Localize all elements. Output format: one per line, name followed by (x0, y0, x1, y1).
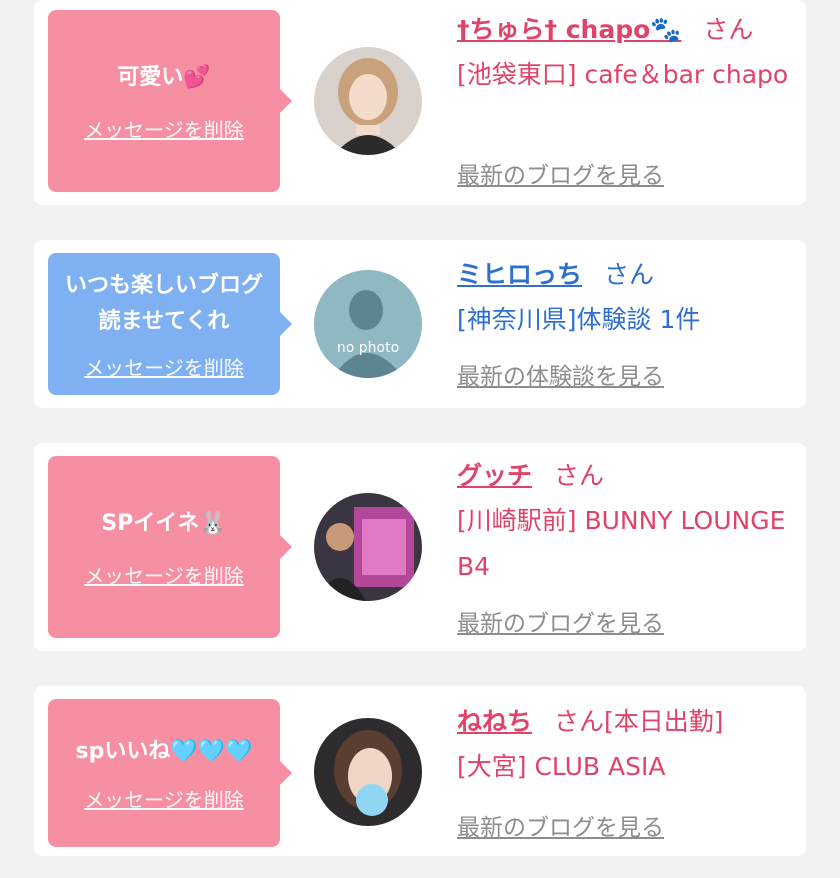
message-bubble: spいいね🩵🩵🩵 メッセージを削除 (48, 699, 292, 847)
user-name-link[interactable]: ミヒロっち (457, 260, 582, 289)
user-photo-icon (314, 47, 422, 155)
honorific: さん (554, 461, 605, 490)
delete-message-link[interactable]: メッセージを削除 (84, 560, 244, 589)
message-card: spいいね🩵🩵🩵 メッセージを削除 ねねち さん[本日出勤] [大宮] CLUB … (34, 686, 806, 856)
honorific: さん[本日出勤] (554, 707, 724, 736)
delete-message-link[interactable]: メッセージを削除 (84, 784, 244, 813)
message-card: いつも楽しいブログ読ませてくれ メッセージを削除 no photo ミヒロっちさ… (34, 240, 806, 408)
message-text: SPイイネ🐰 (101, 510, 227, 536)
no-photo-label: no photo (336, 340, 400, 356)
user-photo-icon (314, 493, 422, 601)
shop-info: [川崎駅前] BUNNY LOUNGE B4 (457, 506, 786, 581)
user-name-link[interactable]: グッチ (457, 461, 532, 490)
user-name-link[interactable]: ねねち (457, 707, 532, 736)
user-info: グッチ さん [川崎駅前] BUNNY LOUNGE B4 最新のブログを見る (457, 456, 797, 637)
avatar[interactable] (314, 493, 422, 601)
user-info: ねねち さん[本日出勤] [大宮] CLUB ASIA 最新のブログを見る (457, 702, 797, 841)
avatar[interactable]: no photo (314, 270, 422, 378)
latest-review-link[interactable]: 最新の体験談を見る (457, 357, 664, 391)
user-info: ミヒロっち さん [神奈川県]体験談 1件 最新の体験談を見る (457, 255, 797, 390)
no-photo-silhouette-icon (314, 270, 422, 378)
latest-blog-link[interactable]: 最新のブログを見る (457, 156, 664, 190)
avatar[interactable] (314, 718, 422, 826)
message-card: SPイイネ🐰 メッセージを削除 グッチ さん [川崎駅前] BUNNY LOUNG… (34, 443, 806, 651)
honorific: さん (604, 260, 655, 289)
user-photo-icon (314, 718, 422, 826)
shop-info: [大宮] CLUB ASIA (457, 752, 666, 781)
message-text: 可愛い💕 (117, 64, 211, 90)
user-info: †ちゅら† chapo🐾 さん [池袋東口] cafe＆bar chapo 最新の… (457, 10, 797, 189)
honorific: さん (703, 15, 754, 44)
delete-message-link[interactable]: メッセージを削除 (84, 352, 244, 381)
message-bubble: いつも楽しいブログ読ませてくれ メッセージを削除 (48, 253, 292, 395)
message-text: spいいね🩵🩵🩵 (75, 738, 253, 764)
shop-info: [池袋東口] cafe＆bar chapo (457, 60, 789, 89)
delete-message-link[interactable]: メッセージを削除 (84, 114, 244, 143)
message-text: いつも楽しいブログ読ませてくれ (64, 272, 263, 334)
latest-blog-link[interactable]: 最新のブログを見る (457, 604, 664, 638)
latest-blog-link[interactable]: 最新のブログを見る (457, 808, 664, 842)
message-bubble: 可愛い💕 メッセージを削除 (48, 10, 292, 192)
user-name-link[interactable]: †ちゅら† chapo🐾 (457, 15, 681, 44)
avatar[interactable] (314, 47, 422, 155)
shop-info: [神奈川県]体験談 1件 (457, 305, 701, 334)
message-bubble: SPイイネ🐰 メッセージを削除 (48, 456, 292, 638)
message-card: 可愛い💕 メッセージを削除 †ちゅら† chapo🐾 さん [池袋東口] cafe… (34, 0, 806, 205)
